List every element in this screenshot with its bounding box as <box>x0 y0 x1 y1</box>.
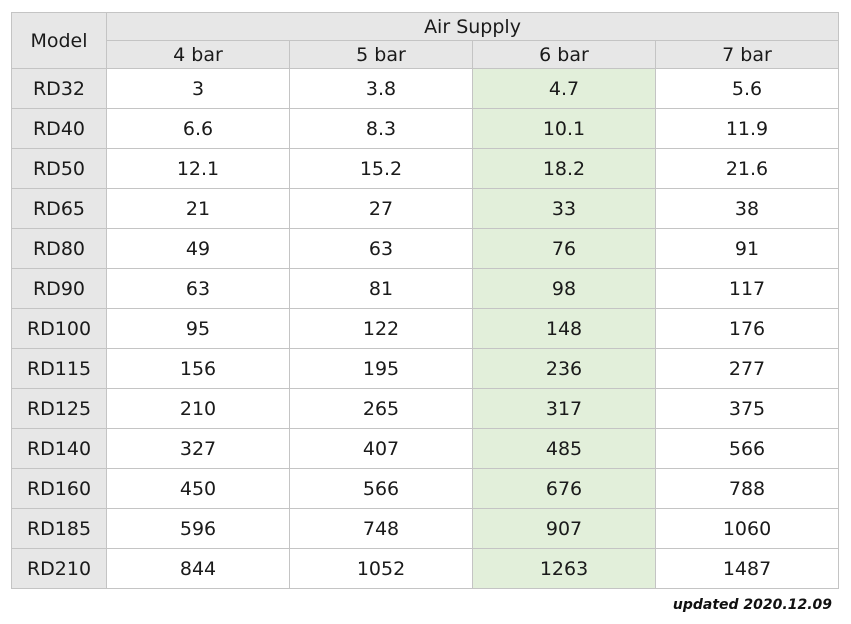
value-cell: 236 <box>472 348 656 389</box>
value-cell: 27 <box>289 188 473 229</box>
updated-date-note: updated 2020.12.09 <box>672 597 832 613</box>
value-cell: 566 <box>655 428 839 469</box>
value-cell: 5.6 <box>655 68 839 109</box>
table-row: RD80 49 63 76 91 <box>11 228 839 269</box>
model-cell: RD125 <box>11 388 107 429</box>
value-cell: 176 <box>655 308 839 349</box>
value-cell: 3.8 <box>289 68 473 109</box>
pressure-header-6bar: 6 bar <box>472 40 656 69</box>
value-cell: 15.2 <box>289 148 473 189</box>
model-cell: RD65 <box>11 188 107 229</box>
table-row: RD32 3 3.8 4.7 5.6 <box>11 68 839 109</box>
table-row: RD100 95 122 148 176 <box>11 308 839 349</box>
value-cell: 81 <box>289 268 473 309</box>
value-cell: 63 <box>289 228 473 269</box>
value-cell: 156 <box>106 348 290 389</box>
pressure-header-5bar: 5 bar <box>289 40 473 69</box>
model-cell: RD90 <box>11 268 107 309</box>
value-cell: 195 <box>289 348 473 389</box>
table-row: RD125 210 265 317 375 <box>11 388 839 429</box>
value-cell: 21 <box>106 188 290 229</box>
value-cell: 748 <box>289 508 473 549</box>
table-row: RD210 844 1052 1263 1487 <box>11 548 839 589</box>
model-cell: RD32 <box>11 68 107 109</box>
table-row: RD140 327 407 485 566 <box>11 428 839 469</box>
model-column-header: Model <box>11 12 107 69</box>
model-cell: RD40 <box>11 108 107 149</box>
value-cell: 98 <box>472 268 656 309</box>
pressure-header-4bar: 4 bar <box>106 40 290 69</box>
value-cell: 4.7 <box>472 68 656 109</box>
value-cell: 8.3 <box>289 108 473 149</box>
table-row: RD90 63 81 98 117 <box>11 268 839 309</box>
model-cell: RD210 <box>11 548 107 589</box>
value-cell: 407 <box>289 428 473 469</box>
table-row: RD40 6.6 8.3 10.1 11.9 <box>11 108 839 149</box>
model-cell: RD160 <box>11 468 107 509</box>
model-cell: RD185 <box>11 508 107 549</box>
value-cell: 1060 <box>655 508 839 549</box>
value-cell: 91 <box>655 228 839 269</box>
value-cell: 277 <box>655 348 839 389</box>
value-cell: 1487 <box>655 548 839 589</box>
model-cell: RD80 <box>11 228 107 269</box>
model-cell: RD50 <box>11 148 107 189</box>
value-cell: 907 <box>472 508 656 549</box>
value-cell: 450 <box>106 468 290 509</box>
table-row: RD115 156 195 236 277 <box>11 348 839 389</box>
table-row: RD50 12.1 15.2 18.2 21.6 <box>11 148 839 189</box>
value-cell: 485 <box>472 428 656 469</box>
pressure-header-7bar: 7 bar <box>655 40 839 69</box>
value-cell: 6.6 <box>106 108 290 149</box>
model-cell: RD100 <box>11 308 107 349</box>
value-cell: 265 <box>289 388 473 429</box>
value-cell: 33 <box>472 188 656 229</box>
value-cell: 596 <box>106 508 290 549</box>
value-cell: 1052 <box>289 548 473 589</box>
value-cell: 676 <box>472 468 656 509</box>
value-cell: 375 <box>655 388 839 429</box>
value-cell: 210 <box>106 388 290 429</box>
air-supply-table: Model Air Supply 4 bar 5 bar 6 bar 7 bar… <box>11 12 839 589</box>
value-cell: 10.1 <box>472 108 656 149</box>
model-cell: RD115 <box>11 348 107 389</box>
value-cell: 566 <box>289 468 473 509</box>
value-cell: 3 <box>106 68 290 109</box>
value-cell: 788 <box>655 468 839 509</box>
value-cell: 63 <box>106 268 290 309</box>
table-row: RD185 596 748 907 1060 <box>11 508 839 549</box>
model-cell: RD140 <box>11 428 107 469</box>
value-cell: 21.6 <box>655 148 839 189</box>
table-body: RD32 3 3.8 4.7 5.6 RD40 6.6 8.3 10.1 11.9 RD50 12.1… <box>11 68 839 589</box>
value-cell: 317 <box>472 388 656 429</box>
value-cell: 122 <box>289 308 473 349</box>
value-cell: 11.9 <box>655 108 839 149</box>
value-cell: 148 <box>472 308 656 349</box>
value-cell: 49 <box>106 228 290 269</box>
value-cell: 327 <box>106 428 290 469</box>
table-row: RD65 21 27 33 38 <box>11 188 839 229</box>
value-cell: 844 <box>106 548 290 589</box>
value-cell: 12.1 <box>106 148 290 189</box>
value-cell: 117 <box>655 268 839 309</box>
table-row: RD160 450 566 676 788 <box>11 468 839 509</box>
value-cell: 18.2 <box>472 148 656 189</box>
value-cell: 95 <box>106 308 290 349</box>
value-cell: 1263 <box>472 548 656 589</box>
air-supply-group-header: Air Supply <box>106 12 839 41</box>
value-cell: 38 <box>655 188 839 229</box>
value-cell: 76 <box>472 228 656 269</box>
